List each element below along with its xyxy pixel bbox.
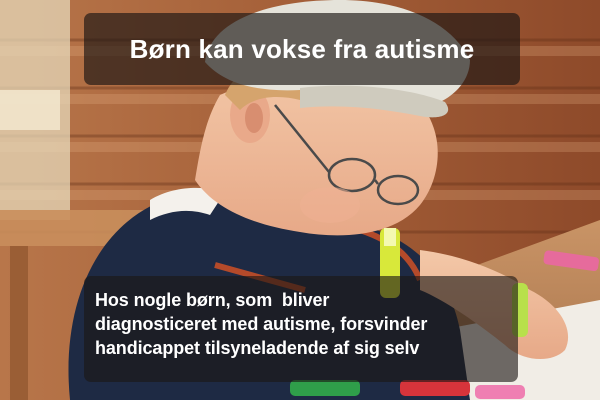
caption-line: handicappet tilsyneladende af sig selv — [95, 338, 420, 358]
caption-banner: Hos nogle børn, som bliver diagnosticere… — [84, 276, 518, 382]
title-banner: Børn kan vokse fra autisme — [84, 13, 520, 85]
headline: Børn kan vokse fra autisme — [129, 33, 475, 64]
caption-line: diagnosticeret med autisme, forsvinder — [95, 314, 428, 334]
article-hero: Børn kan vokse fra autisme Hos nogle bør… — [0, 0, 600, 400]
caption-line: Hos nogle børn, som bliver — [95, 290, 330, 310]
